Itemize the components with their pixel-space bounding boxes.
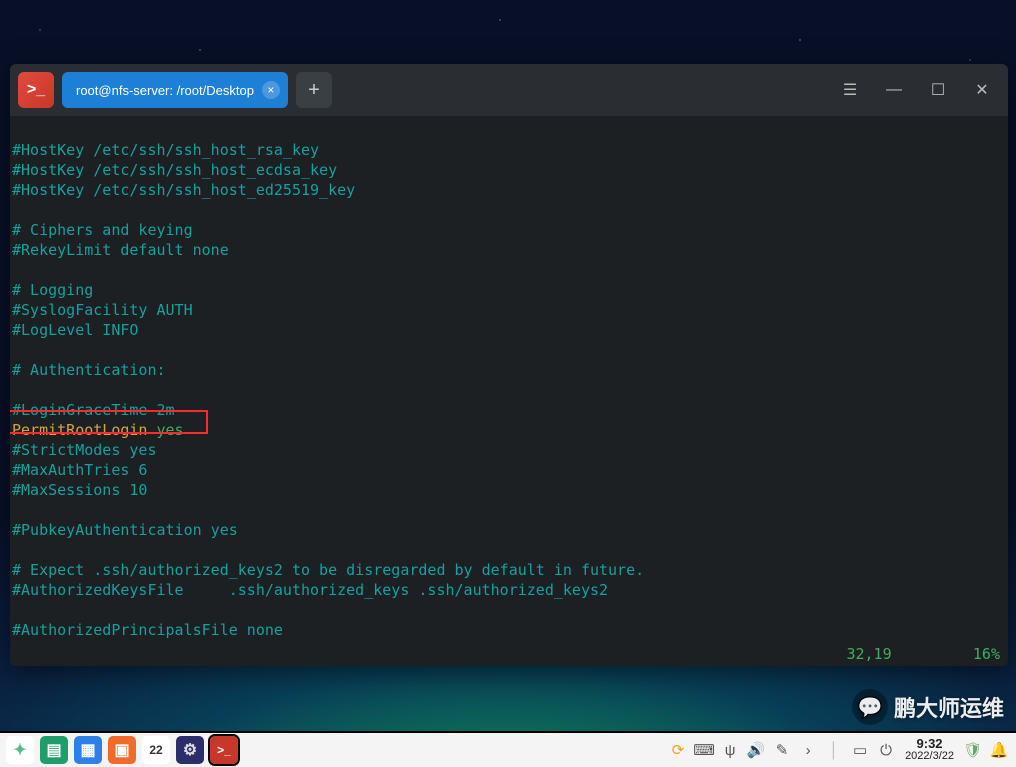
tray-shield[interactable]: 🛡 — [962, 739, 984, 761]
tray-edit[interactable]: ✎ — [771, 739, 793, 761]
launcher-store[interactable]: ▣ — [108, 736, 136, 764]
config-line: #LogLevel INFO — [12, 321, 138, 339]
desktop: >_ root@nfs-server: /root/Desktop × + ☰ … — [0, 0, 1016, 767]
minimize-button[interactable]: — — [876, 72, 912, 108]
cursor-position: 32,19 — [846, 645, 891, 663]
config-line: #RekeyLimit default none — [12, 241, 229, 259]
config-line: #HostKey /etc/ssh/ssh_host_rsa_key — [12, 141, 319, 159]
config-line: # Logging — [12, 281, 93, 299]
config-key: PermitRootLogin — [12, 421, 147, 439]
tray-notify[interactable]: 🔔 — [988, 739, 1010, 761]
launcher-files[interactable]: ▦ — [74, 736, 102, 764]
launcher-terminal[interactable]: >_ — [210, 736, 238, 764]
config-line: # Authentication: — [12, 361, 166, 379]
tab-title: root@nfs-server: /root/Desktop — [76, 83, 254, 98]
config-line: #MaxAuthTries 6 — [12, 461, 147, 479]
config-line: #LoginGraceTime 2m — [12, 401, 175, 419]
config-line: #SyslogFacility AUTH — [12, 301, 193, 319]
launcher-settings[interactable]: ⚙ — [176, 736, 204, 764]
close-window-button[interactable]: ✕ — [964, 72, 1000, 108]
launcher-calendar[interactable]: 22 — [142, 736, 170, 764]
tray-update[interactable]: ⟳ — [667, 739, 689, 761]
config-value: yes — [157, 421, 184, 439]
maximize-button[interactable]: ☐ — [920, 72, 956, 108]
hamburger-menu-icon[interactable]: ☰ — [832, 72, 868, 108]
clock[interactable]: 9:322022/3/22 — [905, 738, 954, 762]
watermark: 💬 鹏大师运维 — [852, 689, 1004, 725]
tray-usb[interactable]: ψ — [719, 739, 741, 761]
close-tab-icon[interactable]: × — [262, 81, 280, 99]
config-line: #AuthorizedPrincipalsFile none — [12, 621, 283, 639]
scroll-percent: 16% — [973, 645, 1000, 663]
wechat-icon: 💬 — [852, 689, 888, 725]
config-line: #PubkeyAuthentication yes — [12, 521, 238, 539]
terminal-body[interactable]: #HostKey /etc/ssh/ssh_host_rsa_key #Host… — [10, 116, 1008, 666]
tray-desktop[interactable]: ▭ — [849, 739, 871, 761]
tray-more[interactable]: › — [797, 739, 819, 761]
tray-power[interactable]: ⏻ — [875, 739, 897, 761]
launcher-start[interactable]: ✦ — [6, 736, 34, 764]
config-line: #AuthorizedKeysFile .ssh/authorized_keys… — [12, 581, 608, 599]
config-line: #HostKey /etc/ssh/ssh_host_ed25519_key — [12, 181, 355, 199]
tray-keyboard[interactable]: ⌨ — [693, 739, 715, 761]
config-line: #MaxSessions 10 — [12, 481, 147, 499]
clock-date: 2022/3/22 — [905, 750, 954, 762]
clock-time: 9:32 — [917, 738, 943, 750]
config-line: #HostKey /etc/ssh/ssh_host_ecdsa_key — [12, 161, 337, 179]
watermark-text: 鹏大师运维 — [894, 691, 1004, 723]
tab-active[interactable]: root@nfs-server: /root/Desktop × — [62, 72, 288, 108]
config-line: # Expect .ssh/authorized_keys2 to be dis… — [12, 561, 644, 579]
tray-divider[interactable]: │ — [823, 739, 845, 761]
config-line: #StrictModes yes — [12, 441, 157, 459]
terminal-app-icon: >_ — [18, 72, 54, 108]
terminal-window: >_ root@nfs-server: /root/Desktop × + ☰ … — [10, 64, 1008, 666]
taskbar: ✦▤▦▣22⚙>_ ⟳⌨ψ🔊✎›│▭⏻ 9:322022/3/22 🛡🔔 — [0, 731, 1016, 767]
launcher-tasks[interactable]: ▤ — [40, 736, 68, 764]
titlebar: >_ root@nfs-server: /root/Desktop × + ☰ … — [10, 64, 1008, 116]
new-tab-button[interactable]: + — [296, 72, 332, 108]
tray-volume[interactable]: 🔊 — [745, 739, 767, 761]
config-line: # Ciphers and keying — [12, 221, 193, 239]
